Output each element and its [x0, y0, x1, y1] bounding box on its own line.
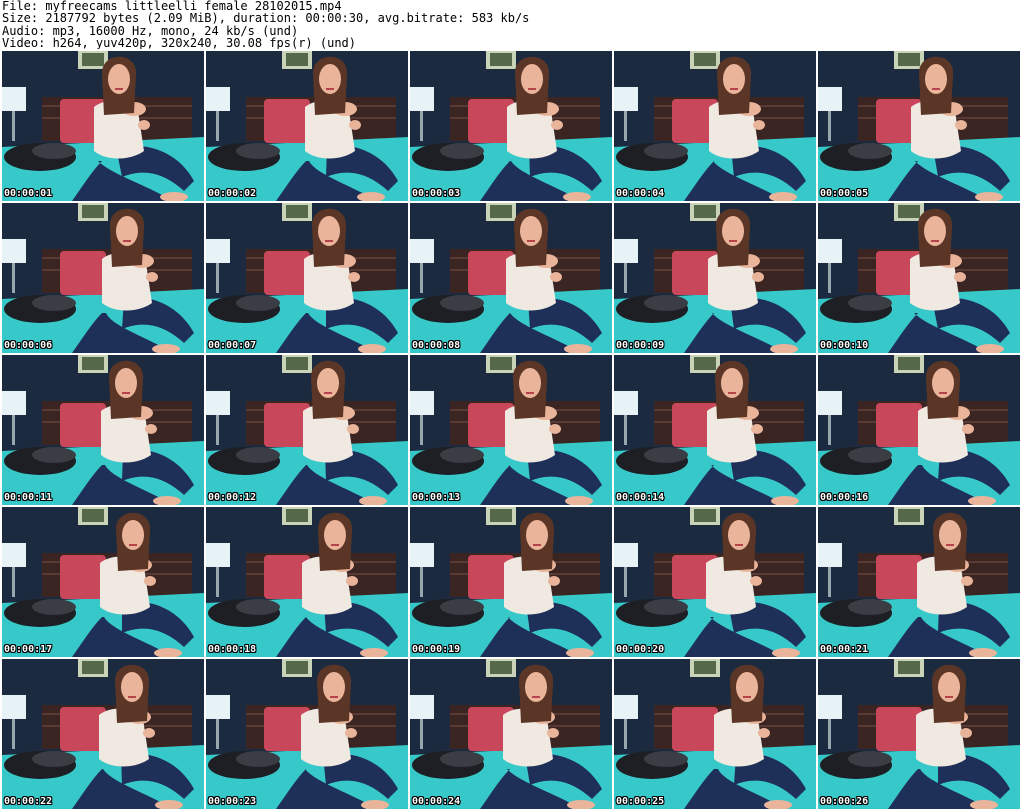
thumbnail-timestamp: 00:00:03	[412, 188, 461, 199]
thumbnail-timestamp: 00:00:24	[412, 796, 461, 807]
thumbnail-timestamp: 00:00:07	[208, 340, 257, 351]
thumbnail-timestamp: 00:00:02	[208, 188, 257, 199]
audio-info-line: Audio: mp3, 16000 Hz, mono, 24 kb/s (und…	[2, 24, 299, 37]
video-thumbnail: 00:00:02	[206, 51, 408, 201]
size-duration-line: Size: 2187792 bytes (2.09 MiB), duration…	[2, 12, 530, 25]
thumbnail-timestamp: 00:00:08	[412, 340, 461, 351]
video-thumbnail: 00:00:17	[2, 507, 204, 657]
thumbnail-timestamp: 00:00:06	[4, 340, 53, 351]
frame-image	[818, 355, 1020, 505]
frame-image	[2, 507, 204, 657]
frame-image	[818, 659, 1020, 809]
video-thumbnail: 00:00:20	[614, 507, 816, 657]
video-thumbnail: 00:00:06	[2, 203, 204, 353]
video-thumbnail: 00:00:09	[614, 203, 816, 353]
thumbnail-timestamp: 00:00:18	[208, 644, 257, 655]
file-name-line: File: myfreecams_littleelli_female_28102…	[2, 0, 342, 13]
video-thumbnail: 00:00:19	[410, 507, 612, 657]
frame-image	[614, 507, 816, 657]
frame-image	[614, 203, 816, 353]
frame-image	[410, 659, 612, 809]
frame-image	[818, 51, 1020, 201]
thumbnail-timestamp: 00:00:25	[616, 796, 665, 807]
video-info-line: Video: h264, yuv420p, 320x240, 30.08 fps…	[2, 36, 357, 50]
video-thumbnail: 00:00:26	[818, 659, 1020, 809]
video-thumbnail: 00:00:21	[818, 507, 1020, 657]
thumbnail-timestamp: 00:00:11	[4, 492, 53, 503]
thumbnail-timestamp: 00:00:14	[616, 492, 665, 503]
thumbnail-timestamp: 00:00:26	[820, 796, 869, 807]
frame-image	[614, 51, 816, 201]
thumbnail-timestamp: 00:00:05	[820, 188, 869, 199]
frame-image	[818, 203, 1020, 353]
frame-image	[206, 659, 408, 809]
frame-image	[818, 507, 1020, 657]
video-thumbnail: 00:00:11	[2, 355, 204, 505]
thumbnail-timestamp: 00:00:12	[208, 492, 257, 503]
thumbnail-timestamp: 00:00:22	[4, 796, 53, 807]
video-thumbnail: 00:00:05	[818, 51, 1020, 201]
video-thumbnail: 00:00:04	[614, 51, 816, 201]
frame-image	[2, 355, 204, 505]
frame-image	[410, 507, 612, 657]
frame-image	[2, 659, 204, 809]
thumbnail-timestamp: 00:00:13	[412, 492, 461, 503]
frame-image	[2, 51, 204, 201]
frame-image	[206, 355, 408, 505]
frame-image	[410, 203, 612, 353]
frame-image	[2, 203, 204, 353]
video-thumbnail: 00:00:23	[206, 659, 408, 809]
thumbnail-timestamp: 00:00:09	[616, 340, 665, 351]
video-thumbnail: 00:00:14	[614, 355, 816, 505]
thumbnail-timestamp: 00:00:16	[820, 492, 869, 503]
thumbnail-timestamp: 00:00:20	[616, 644, 665, 655]
thumbnail-timestamp: 00:00:10	[820, 340, 869, 351]
video-thumbnail: 00:00:25	[614, 659, 816, 809]
video-thumbnail: 00:00:18	[206, 507, 408, 657]
video-thumbnail: 00:00:22	[2, 659, 204, 809]
thumbnail-timestamp: 00:00:17	[4, 644, 53, 655]
video-thumbnail: 00:00:13	[410, 355, 612, 505]
thumbnail-timestamp: 00:00:04	[616, 188, 665, 199]
frame-image	[206, 507, 408, 657]
file-info-header: File: myfreecams_littleelli_female_28102…	[2, 0, 1022, 50]
frame-image	[410, 355, 612, 505]
thumbnail-timestamp: 00:00:21	[820, 644, 869, 655]
video-thumbnail: 00:00:01	[2, 51, 204, 201]
frame-image	[614, 355, 816, 505]
video-thumbnail: 00:00:12	[206, 355, 408, 505]
video-thumbnail: 00:00:03	[410, 51, 612, 201]
thumbnail-grid: 00:00:01 00:00:02 00:00:03 00:00:04 00:00:05…	[2, 51, 1022, 811]
video-thumbnail: 00:00:07	[206, 203, 408, 353]
frame-image	[614, 659, 816, 809]
video-thumbnail: 00:00:16	[818, 355, 1020, 505]
thumbnail-timestamp: 00:00:19	[412, 644, 461, 655]
video-thumbnail: 00:00:24	[410, 659, 612, 809]
frame-image	[206, 51, 408, 201]
video-thumbnail: 00:00:08	[410, 203, 612, 353]
frame-image	[410, 51, 612, 201]
thumbnail-timestamp: 00:00:01	[4, 188, 53, 199]
thumbnail-timestamp: 00:00:23	[208, 796, 257, 807]
video-thumbnail: 00:00:10	[818, 203, 1020, 353]
frame-image	[206, 203, 408, 353]
